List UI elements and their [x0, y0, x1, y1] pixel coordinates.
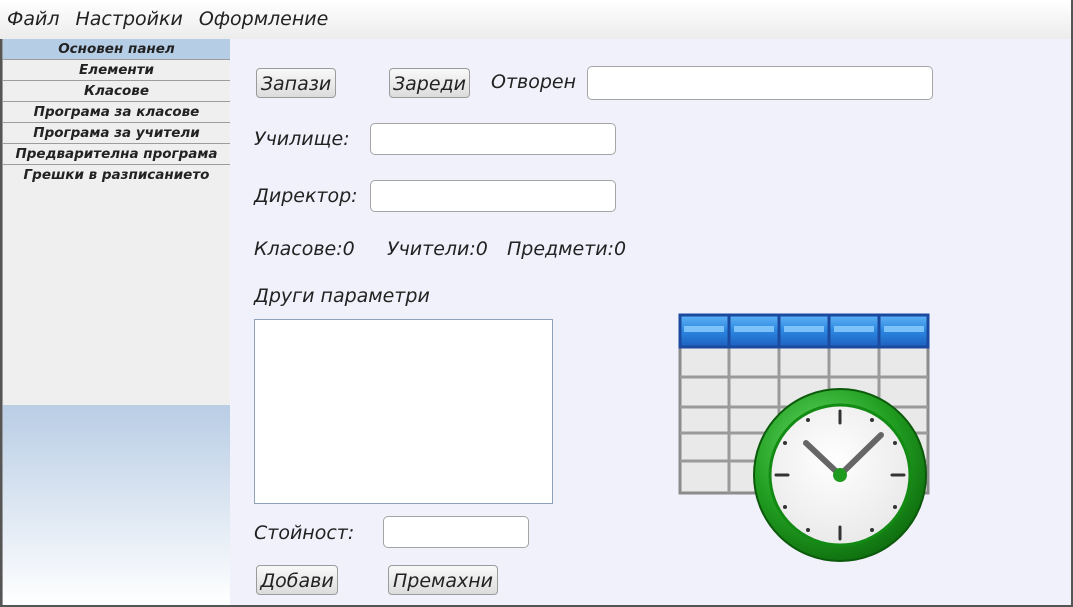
menu-settings[interactable]: Настройки [68, 0, 191, 39]
other-params-label: Други параметри [254, 285, 430, 307]
sidebar-item-schedule-errors[interactable]: Грешки в разписанието [3, 165, 230, 185]
sidebar-item-class-schedule[interactable]: Програма за класове [3, 102, 230, 123]
schedule-clock-icon [678, 313, 930, 562]
opened-label: Отворен [491, 71, 577, 93]
remove-button[interactable]: Премахни [388, 565, 498, 595]
save-button[interactable]: Запази [256, 68, 336, 98]
sidebar-item-preliminary-schedule[interactable]: Предварителна програма [3, 144, 230, 165]
value-label: Стойност: [254, 522, 355, 544]
school-label: Училище: [254, 128, 350, 150]
menu-appearance[interactable]: Оформление [191, 0, 337, 39]
sidebar: Основен панел Елементи Класове Програма … [2, 39, 231, 605]
load-button[interactable]: Зареди [389, 68, 470, 98]
sidebar-background [3, 405, 230, 605]
opened-file-field[interactable] [587, 66, 933, 100]
sidebar-item-elements[interactable]: Елементи [3, 60, 230, 81]
school-field[interactable] [370, 123, 616, 155]
director-field[interactable] [370, 180, 616, 212]
classes-count: Класове:0 [254, 238, 355, 260]
menu-bar: Файл Настройки Оформление [0, 0, 1073, 40]
other-params-list[interactable] [254, 319, 553, 504]
window-border-left [0, 39, 2, 607]
subjects-count: Предмети:0 [507, 238, 627, 260]
add-button[interactable]: Добави [256, 565, 338, 595]
sidebar-item-main-panel[interactable]: Основен панел [3, 39, 230, 60]
sidebar-item-classes[interactable]: Класове [3, 81, 230, 102]
director-label: Директор: [254, 185, 358, 207]
main-panel: Запази Зареди Отворен Училище: Директор:… [230, 39, 1073, 605]
sidebar-item-teacher-schedule[interactable]: Програма за учители [3, 123, 230, 144]
menu-file[interactable]: Файл [0, 0, 68, 39]
value-field[interactable] [383, 516, 529, 548]
teachers-count: Учители:0 [387, 238, 488, 260]
